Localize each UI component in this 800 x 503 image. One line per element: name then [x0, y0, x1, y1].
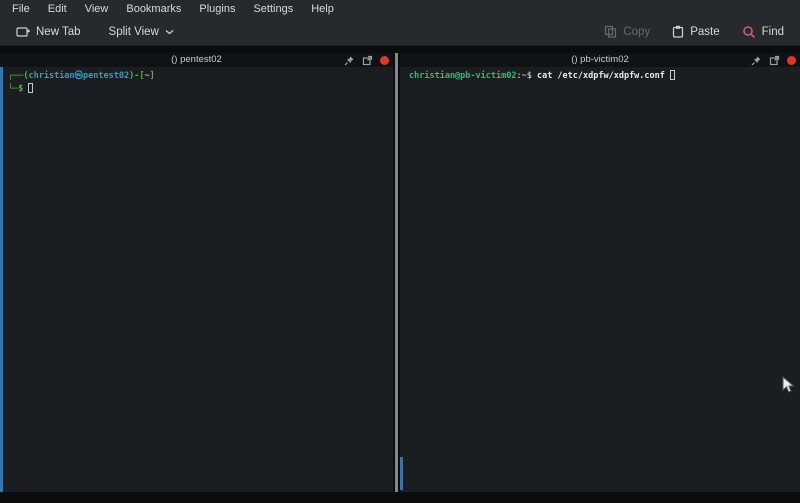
konsole-window: File Edit View Bookmarks Plugins Setting… — [0, 0, 800, 503]
new-tab-icon — [16, 26, 30, 38]
toolbar-right-group: Copy Paste Find — [598, 22, 790, 42]
close-split-button-right[interactable] — [787, 56, 796, 65]
copy-label: Copy — [623, 26, 650, 38]
terminal-right[interactable]: christian@pb-victim02:~$ cat /etc/xdpfw/… — [400, 67, 800, 492]
close-split-button-left[interactable] — [380, 56, 389, 65]
paste-button[interactable]: Paste — [666, 22, 725, 41]
pin-split-button-right[interactable] — [751, 55, 762, 66]
menu-file[interactable]: File — [3, 0, 39, 18]
text-cursor-right — [670, 70, 675, 80]
chevron-down-icon — [165, 29, 174, 35]
menu-help[interactable]: Help — [302, 0, 343, 18]
find-button[interactable]: Find — [736, 22, 790, 42]
menubar: File Edit View Bookmarks Plugins Setting… — [0, 0, 800, 18]
prompt-dollar: └─$ — [8, 84, 28, 94]
prompt-frame-close: ] — [150, 71, 155, 81]
prompt-user-host: christian㉿pentest02 — [28, 71, 129, 81]
command-line: christian@pb-victim02:~$ cat /etc/xdpfw/… — [409, 70, 796, 83]
pin-split-button[interactable] — [344, 55, 355, 66]
prompt-line-2: └─$ — [8, 83, 389, 96]
typed-command: cat /etc/xdpfw/xdpfw.conf — [537, 71, 670, 81]
new-tab-button[interactable]: New Tab — [10, 23, 87, 41]
copy-icon — [604, 25, 617, 38]
pane-header-left[interactable]: () pentest02 — [0, 53, 393, 67]
scrollbar-right-pane[interactable] — [400, 457, 403, 490]
menu-edit[interactable]: Edit — [39, 0, 76, 18]
split-view-label: Split View — [109, 26, 159, 38]
terminal-pane-left: () pentest02 — [0, 53, 393, 492]
prompt-frame-mid: )-[ — [129, 71, 144, 81]
split-divider[interactable] — [393, 53, 400, 492]
find-icon — [742, 25, 756, 39]
paste-label: Paste — [690, 26, 719, 38]
split-divider-handle — [395, 53, 398, 492]
text-cursor — [28, 83, 33, 93]
detach-split-button-right[interactable] — [769, 55, 780, 66]
prompt-line-1: ┌──(christian㉿pentest02)-[~] — [8, 70, 389, 83]
menu-view[interactable]: View — [76, 0, 118, 18]
scrollbar-left-pane[interactable] — [0, 67, 3, 492]
pane-header-right[interactable]: () pb-victim02 — [400, 53, 800, 67]
prompt-user-host-right: christian@pb-victim02 — [409, 71, 516, 81]
detach-split-button[interactable] — [362, 55, 373, 66]
pane-header-right-icons — [751, 53, 796, 67]
toolbar: New Tab Split View Copy — [0, 18, 800, 46]
menu-bookmarks[interactable]: Bookmarks — [117, 0, 190, 18]
prompt-suffix-right: :~$ — [516, 71, 536, 81]
pane-title-left: () pentest02 — [0, 53, 393, 67]
split-workspace: () pentest02 — [0, 47, 800, 503]
paste-icon — [672, 25, 684, 38]
prompt-frame-open: ┌──( — [8, 71, 28, 81]
new-tab-label: New Tab — [36, 26, 81, 38]
menu-plugins[interactable]: Plugins — [190, 0, 244, 18]
terminal-left[interactable]: ┌──(christian㉿pentest02)-[~] └─$ — [0, 67, 393, 492]
split-view-button[interactable]: Split View — [103, 23, 180, 41]
menu-settings[interactable]: Settings — [244, 0, 302, 18]
terminal-pane-right: () pb-victim02 — [400, 53, 800, 492]
copy-button[interactable]: Copy — [598, 22, 656, 41]
find-label: Find — [762, 26, 784, 38]
pane-title-right: () pb-victim02 — [400, 53, 800, 67]
pane-header-left-icons — [344, 53, 389, 67]
